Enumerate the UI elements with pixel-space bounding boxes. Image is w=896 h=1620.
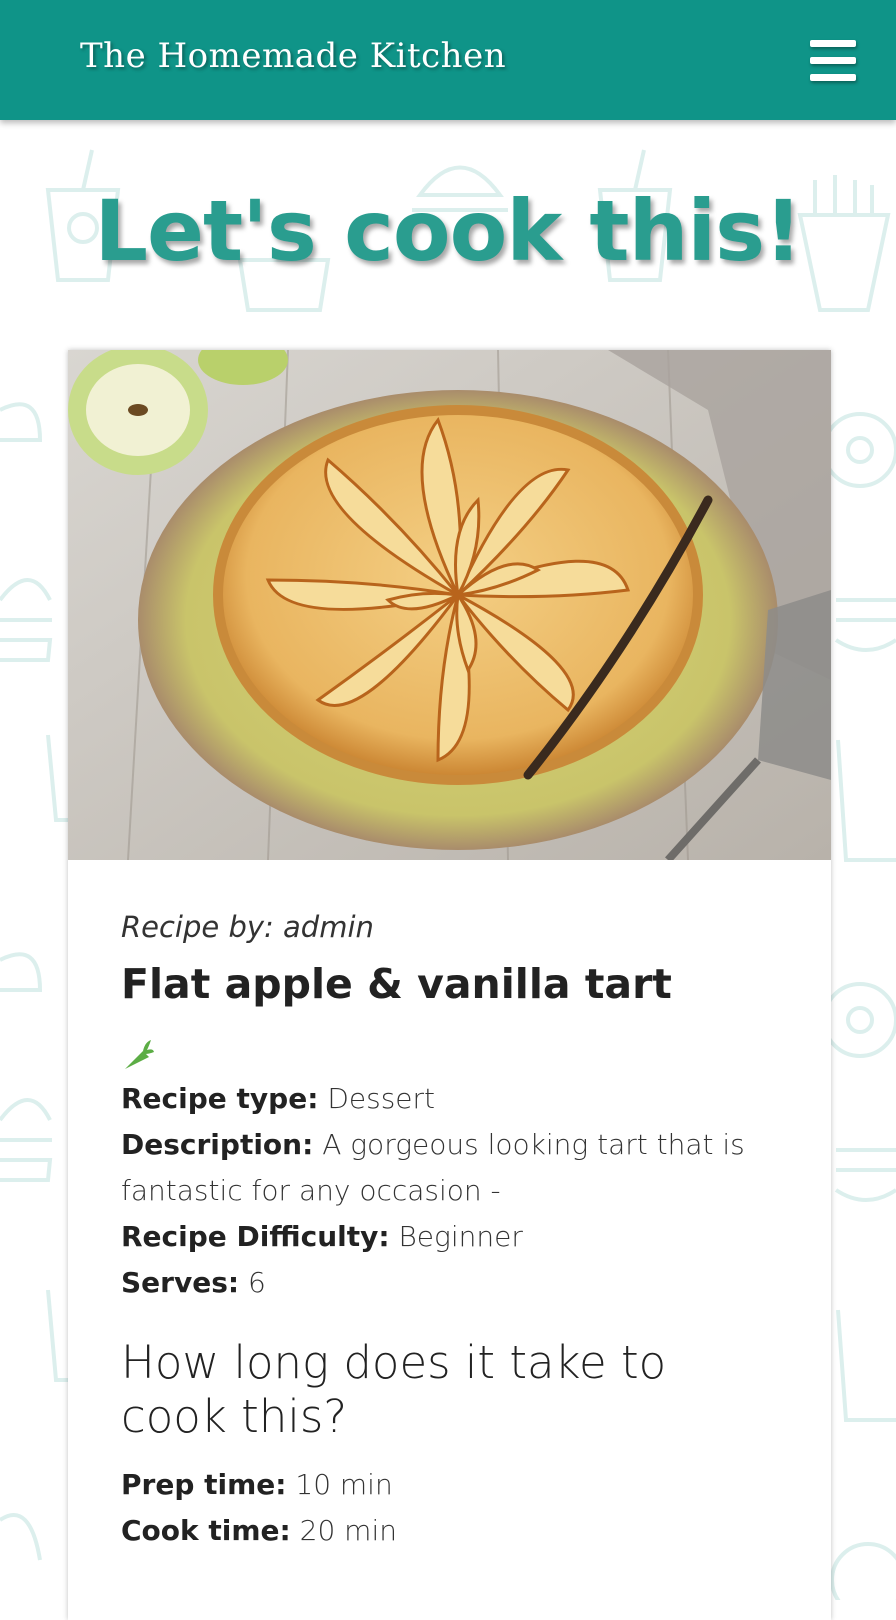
difficulty-label: Recipe Difficulty: — [121, 1220, 390, 1253]
cook-time-label: Cook time: — [121, 1514, 291, 1547]
recipe-type-row: Recipe type: Dessert — [121, 1076, 781, 1122]
serves-row: Serves: 6 — [121, 1260, 781, 1306]
recipe-title: Flat apple & vanilla tart — [121, 960, 672, 1008]
cook-time-row: Cook time: 20 min — [121, 1508, 781, 1554]
difficulty-row: Recipe Difficulty: Beginner — [121, 1214, 781, 1260]
carrot-icon — [125, 1040, 154, 1069]
recipe-details: Recipe by: admin Flat apple & vanilla ta… — [121, 910, 781, 1554]
menu-bar — [810, 40, 856, 47]
serves-value: 6 — [247, 1266, 266, 1299]
prep-time-row: Prep time: 10 min — [121, 1462, 781, 1508]
prep-time-value: 10 min — [295, 1468, 393, 1501]
menu-bar — [810, 74, 856, 81]
brand-logo[interactable]: The Homemade Kitchen — [80, 36, 506, 76]
recipe-card: Recipe by: admin Flat apple & vanilla ta… — [68, 350, 831, 1620]
cook-time-heading: How long does it take to cook this? — [121, 1336, 667, 1443]
description-row: Description: A gorgeous looking tart tha… — [121, 1122, 781, 1214]
hamburger-menu-icon[interactable] — [808, 38, 858, 84]
recipe-type-value: Dessert — [327, 1082, 435, 1115]
recipe-image — [68, 350, 831, 860]
cook-time-value: 20 min — [299, 1514, 397, 1547]
description-label: Description: — [121, 1128, 314, 1161]
serves-label: Serves: — [121, 1266, 240, 1299]
difficulty-value: Beginner — [398, 1220, 523, 1253]
recipe-type-label: Recipe type: — [121, 1082, 319, 1115]
menu-bar — [810, 57, 856, 64]
prep-time-label: Prep time: — [121, 1468, 287, 1501]
recipe-author: Recipe by: admin — [121, 910, 374, 944]
page-title: Let's cook this! — [94, 182, 803, 280]
top-navbar: The Homemade Kitchen — [0, 0, 896, 120]
